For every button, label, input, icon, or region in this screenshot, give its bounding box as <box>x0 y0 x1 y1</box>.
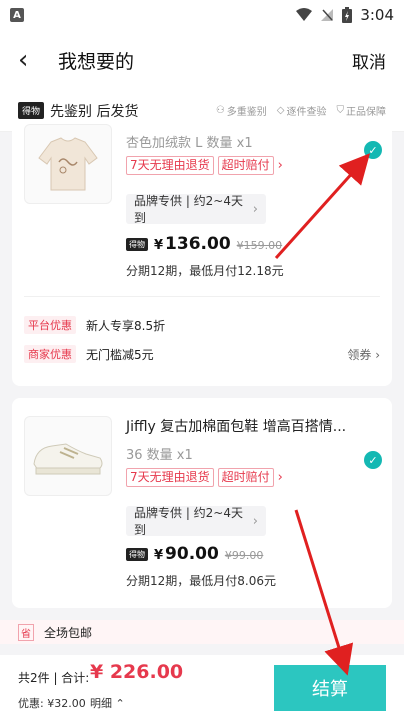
cart-item-card[interactable]: 杏色加绒款 L 数量 x1 7天无理由退货 超时赔付 › 品牌专供 | 约2~4… <box>12 124 392 386</box>
free-shipping-banner: 省 全场包邮 <box>0 620 404 644</box>
shield-icon: ⛉ <box>336 105 345 116</box>
detail-toggle[interactable]: 明细 ⌃ <box>90 695 125 711</box>
item-count: 共2件 | 合计: <box>18 671 90 685</box>
service-tags[interactable]: 7天无理由退货 超时赔付 › <box>126 156 283 175</box>
tag-return: 7天无理由退货 <box>126 156 214 175</box>
promo-tag: 商家优惠 <box>24 345 76 363</box>
item-spec: 36 数量 x1 <box>126 448 193 463</box>
chevron-right-icon: › <box>252 201 258 217</box>
original-price: ¥159.00 <box>236 239 283 252</box>
page-title: 我想要的 <box>58 50 135 73</box>
price-row: 得物 ¥90.00 ¥99.00 <box>126 544 263 564</box>
feature-item-inspect: ◇ 逐件查验 <box>276 105 327 118</box>
promo-text: 无门槛减5元 <box>86 347 154 362</box>
installment-info: 分期12期，最低月付8.06元 <box>126 574 276 588</box>
dewu-mini-logo: 得物 <box>126 547 148 561</box>
chevron-up-icon: ⌃ <box>115 697 125 710</box>
save-tag: 省 <box>18 623 34 641</box>
item-name[interactable]: Jiffly 复古加棉面包鞋 增高百搭情... <box>126 416 346 436</box>
back-arrow-icon[interactable]: ‹ <box>18 47 46 73</box>
checkout-bar: 共2件 | 合计: ¥ 226.00 优惠: ¥32.00 明细 ⌃ 结算 <box>0 655 404 720</box>
dewu-mini-logo: 得物 <box>126 237 148 251</box>
checkbox-checked-icon[interactable]: ✓ <box>364 141 382 159</box>
item-price: ¥136.00 <box>154 234 231 254</box>
feature-multi-check: ⚇ 多重鉴别 <box>215 105 267 118</box>
wifi-icon <box>296 8 313 21</box>
chevron-right-icon: › <box>277 158 283 173</box>
signal-off-icon <box>321 9 334 21</box>
price-row: 得物 ¥136.00 ¥159.00 <box>126 234 282 254</box>
checkout-button[interactable]: 结算 <box>274 665 386 711</box>
original-price: ¥99.00 <box>224 549 264 562</box>
item-spec: 杏色加绒款 L 数量 x1 <box>126 136 253 151</box>
product-image-shoe[interactable] <box>24 416 112 496</box>
service-tags[interactable]: 7天无理由退货 超时赔付 › <box>126 468 283 487</box>
promo-tag: 平台优惠 <box>24 316 76 334</box>
cart-item-card[interactable]: Jiffly 复古加棉面包鞋 增高百搭情... 36 数量 x1 7天无理由退货… <box>12 398 392 608</box>
status-bar: A 3:04 <box>0 0 404 30</box>
tag-timeout-comp: 超时赔付 <box>217 468 274 487</box>
chevron-right-icon: › <box>277 470 283 485</box>
cancel-button[interactable]: 取消 <box>352 48 386 73</box>
delivery-selector[interactable]: 品牌专供 | 约2~4天到 › <box>126 194 266 225</box>
item-price: ¥90.00 <box>154 544 219 564</box>
promo-platform: 平台优惠 新人专享8.5折 <box>24 316 380 334</box>
divider <box>24 296 380 297</box>
diamond-icon: ◇ <box>276 105 285 116</box>
delivery-selector[interactable]: 品牌专供 | 约2~4天到 › <box>126 506 266 537</box>
discount-amount: 优惠: ¥32.00 <box>18 697 86 710</box>
battery-charging-icon <box>342 7 353 23</box>
clock: 3:04 <box>360 6 394 24</box>
checkbox-checked-icon[interactable]: ✓ <box>364 451 382 469</box>
tag-timeout-comp: 超时赔付 <box>217 156 274 175</box>
free-shipping-text: 全场包邮 <box>44 625 93 640</box>
dewu-logo: 得物 <box>18 102 45 119</box>
installment-info: 分期12期，最低月付12.18元 <box>126 264 284 278</box>
product-image-sweater[interactable] <box>24 124 112 204</box>
banner-slogan: 先鉴别 后发货 <box>50 103 139 120</box>
total-price: ¥ 226.00 <box>90 661 184 683</box>
page-header: ‹ 我想要的 取消 <box>0 30 404 90</box>
promo-text: 新人专享8.5折 <box>86 318 166 333</box>
promo-merchant: 商家优惠 无门槛减5元 领券 › <box>24 345 380 363</box>
chevron-right-icon: › <box>252 513 258 529</box>
tag-return: 7天无理由退货 <box>126 468 214 487</box>
feature-genuine: ⛉ 正品保障 <box>336 105 387 118</box>
get-coupon-link[interactable]: 领券 › <box>347 346 380 363</box>
person-icon: ⚇ <box>215 105 225 116</box>
app-badge-icon: A <box>10 8 24 22</box>
